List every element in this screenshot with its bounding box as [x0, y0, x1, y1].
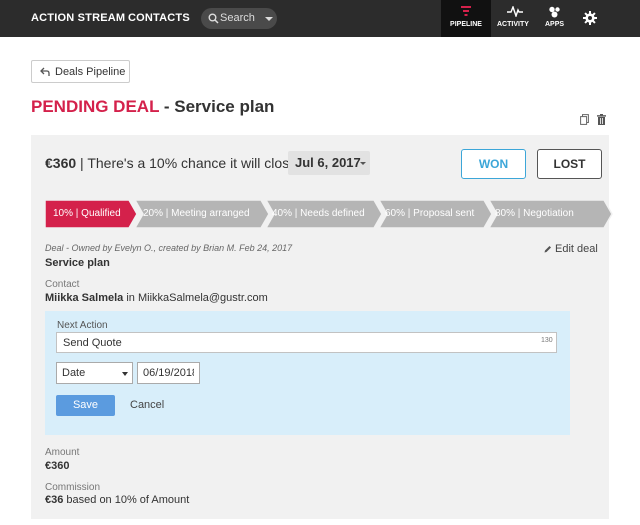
nav-activity-label: ACTIVITY	[497, 21, 529, 28]
chevron-down-icon	[122, 372, 128, 376]
nav-pipeline[interactable]: PIPELINE	[441, 0, 491, 37]
edit-deal-link[interactable]: Edit deal	[544, 243, 598, 255]
deal-status: PENDING DEAL	[31, 97, 160, 116]
amount-value: €360	[45, 460, 70, 472]
close-date-value: Jul 6, 2017	[295, 155, 361, 170]
deal-meta: Deal - Owned by Evelyn O., created by Br…	[45, 243, 293, 253]
back-button-label: Deals Pipeline	[55, 66, 126, 78]
next-action-editor: Next Action 130 Date Save Cancel	[45, 311, 570, 435]
commission-suffix: based on 10% of Amount	[63, 494, 190, 506]
contact-name[interactable]: Miikka Salmela	[45, 292, 123, 304]
pencil-icon	[544, 246, 551, 253]
deal-name: Service plan	[45, 257, 110, 269]
stage-label-proposal-sent[interactable]: 60% | Proposal sent	[385, 208, 474, 219]
trash-icon[interactable]	[597, 114, 606, 125]
commission-line: €36 based on 10% of Amount	[45, 494, 189, 506]
chevron-down-icon	[265, 17, 273, 21]
edit-deal-label: Edit deal	[555, 243, 598, 255]
deal-panel: €360 | There's a 10% chance it will clos…	[31, 135, 613, 519]
nav-pipeline-label: PIPELINE	[450, 21, 482, 28]
close-date-dropdown[interactable]: Jul 6, 2017	[288, 151, 370, 175]
chevron-down-icon	[360, 162, 366, 165]
next-action-type-select[interactable]: Date	[56, 362, 133, 384]
top-nav-bar: ACTION STREAM CONTACTS Search PIPELINE A…	[0, 0, 640, 37]
lost-button[interactable]: LOST	[537, 149, 602, 179]
activity-icon	[507, 6, 523, 17]
apps-icon	[549, 6, 560, 18]
title-separator: -	[159, 97, 175, 116]
save-button[interactable]: Save	[56, 395, 115, 416]
nav-activity[interactable]: ACTIVITY	[496, 0, 534, 37]
nav-apps[interactable]: APPS	[543, 0, 567, 37]
search-placeholder: Search	[220, 12, 255, 24]
stage-label-negotiation[interactable]: 80% | Negotiation	[495, 208, 574, 219]
nav-action-stream[interactable]: ACTION STREAM	[31, 12, 125, 24]
won-button[interactable]: WON	[461, 149, 526, 179]
deal-amount: €360	[45, 155, 77, 171]
contact-label: Contact	[45, 279, 80, 290]
search-icon	[208, 13, 219, 24]
search-box[interactable]: Search	[201, 8, 277, 29]
type-select-value: Date	[62, 367, 86, 379]
back-to-pipeline-button[interactable]: Deals Pipeline	[31, 60, 130, 83]
page-title: PENDING DEAL - Service plan	[31, 97, 274, 117]
commission-value: €36	[45, 494, 64, 506]
nav-apps-label: APPS	[545, 21, 565, 28]
stage-label-qualified[interactable]: 10% | Qualified	[53, 208, 121, 219]
gear-icon[interactable]	[583, 11, 597, 25]
back-arrow-icon	[40, 67, 50, 76]
contact-email[interactable]: MiikkaSalmela@gustr.com	[138, 292, 268, 304]
next-action-date-input[interactable]	[137, 362, 200, 384]
deal-chance-text: | There's a 10% chance it will close on	[76, 155, 317, 171]
deal-summary: €360 | There's a 10% chance it will clos…	[45, 155, 316, 171]
stage-label-needs-defined[interactable]: 40% | Needs defined	[272, 208, 365, 219]
copy-icon[interactable]	[580, 114, 589, 125]
contact-in: in	[123, 292, 138, 304]
next-action-input[interactable]	[56, 332, 557, 353]
next-action-label: Next Action	[57, 320, 108, 331]
char-count: 130	[541, 337, 553, 344]
stage-label-meeting-arranged[interactable]: 20% | Meeting arranged	[143, 208, 250, 219]
amount-label: Amount	[45, 447, 80, 458]
deal-title-name: Service plan	[174, 97, 275, 116]
cancel-button[interactable]: Cancel	[130, 399, 164, 411]
commission-label: Commission	[45, 482, 101, 493]
pipeline-icon	[461, 6, 471, 16]
contact-line: Miikka Salmela in MiikkaSalmela@gustr.co…	[45, 292, 268, 304]
nav-contacts[interactable]: CONTACTS	[128, 12, 190, 24]
pipeline-stages: 10% | Qualified 20% | Meeting arranged 4…	[44, 199, 613, 229]
